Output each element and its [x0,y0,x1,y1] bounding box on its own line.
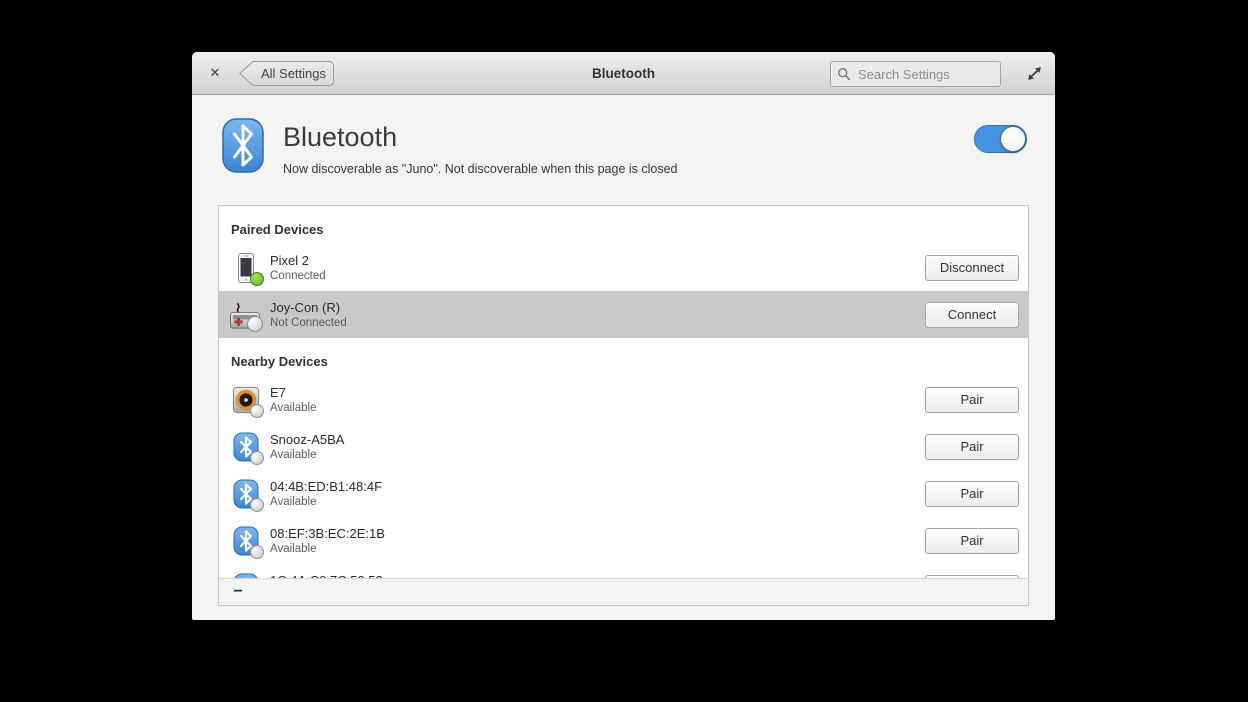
device-name: Pixel 2 [270,253,326,268]
device-status: Available [270,402,316,415]
device-row[interactable]: E7 Available Pair [219,376,1028,423]
close-button[interactable]: ✕ [205,52,225,94]
device-status: Available [270,496,382,509]
device-status: Available [270,449,344,462]
device-row[interactable]: 1C:4A:C0:7C:52:52 Available Pair [219,564,1028,578]
settings-window: ✕ All Settings Bluetooth [192,52,1055,620]
search-field[interactable] [830,61,1001,87]
section-header: Paired Devices [219,206,1028,244]
device-row[interactable]: Pixel 2 Connected Disconnect [219,244,1028,291]
status-badge [250,404,264,418]
bluetooth-icon [229,430,262,463]
status-badge [250,272,264,286]
bluetooth-app-icon [222,118,264,173]
device-action-button[interactable]: Pair [925,387,1019,413]
status-badge [250,498,264,512]
device-status: Connected [270,270,326,283]
gamepad-icon [229,298,262,331]
bluetooth-icon [229,524,262,557]
status-badge [247,316,263,332]
search-icon [837,67,851,81]
device-name: E7 [270,385,316,400]
all-settings-back-button[interactable]: All Settings [239,61,334,86]
discoverable-status-text: Now discoverable as "Juno". Not discover… [283,162,678,176]
headerbar: ✕ All Settings Bluetooth [192,52,1055,95]
phone-icon [229,251,262,284]
toggle-knob [1000,126,1026,152]
device-name: Joy-Con (R) [270,300,347,315]
speaker-icon [229,383,262,416]
bluetooth-icon [229,477,262,510]
device-action-button[interactable]: Pair [925,481,1019,507]
status-badge [250,545,264,559]
bluetooth-toggle[interactable] [974,125,1027,153]
device-row[interactable]: 04:4B:ED:B1:48:4F Available Pair [219,470,1028,517]
device-status: Not Connected [270,317,347,330]
device-status: Available [270,543,385,556]
device-row[interactable]: Joy-Con (R) Not Connected Connect [219,291,1028,338]
device-name: 04:4B:ED:B1:48:4F [270,479,382,494]
maximize-button[interactable] [1025,64,1043,82]
device-name: 08:EF:3B:EC:2E:1B [270,526,385,541]
list-toolbar: − [219,578,1028,605]
maximize-icon [1026,65,1043,82]
device-list-frame: Paired Devices Pixel 2 Connected Disconn… [218,205,1029,606]
status-badge [250,451,264,465]
device-action-button[interactable]: Pair [925,434,1019,460]
back-button-label: All Settings [255,61,332,86]
device-list: Paired Devices Pixel 2 Connected Disconn… [219,206,1028,578]
device-name: Snooz-A5BA [270,432,344,447]
section-header: Nearby Devices [219,338,1028,376]
bluetooth-icon [229,571,262,578]
remove-device-button[interactable]: − [225,580,251,604]
device-row[interactable]: 08:EF:3B:EC:2E:1B Available Pair [219,517,1028,564]
device-action-button[interactable]: Pair [925,528,1019,554]
device-action-button[interactable]: Connect [925,302,1019,328]
device-action-button[interactable]: Disconnect [925,255,1019,281]
page-title: Bluetooth [283,122,397,153]
search-input[interactable] [856,66,994,83]
device-row[interactable]: Snooz-A5BA Available Pair [219,423,1028,470]
